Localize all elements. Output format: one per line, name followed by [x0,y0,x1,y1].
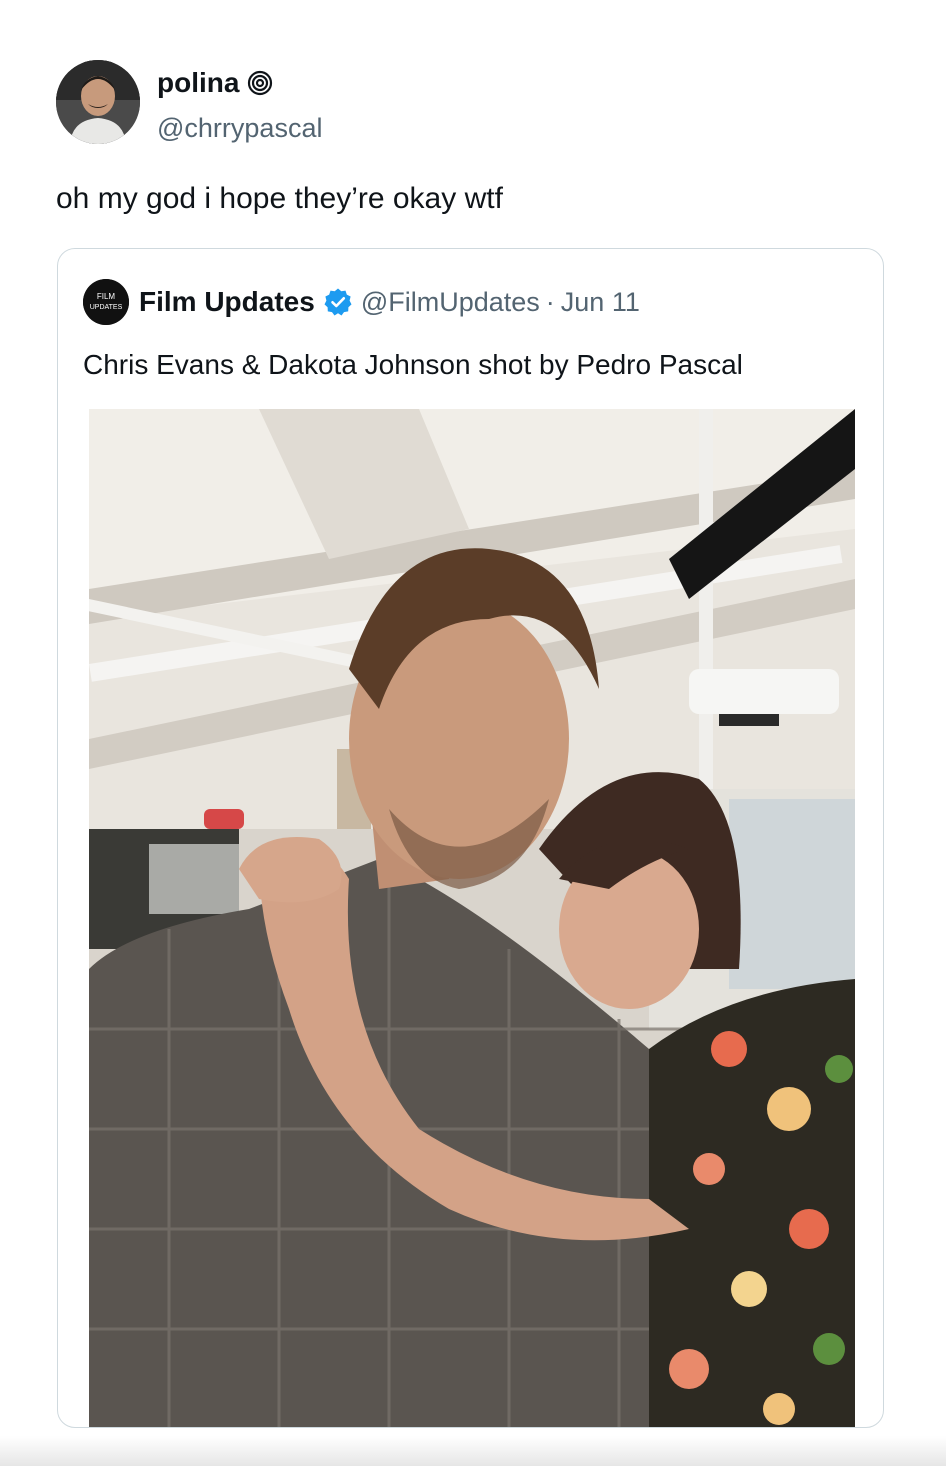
bottom-edge [0,1436,946,1466]
author-name-text[interactable]: polina [157,66,239,100]
quoted-avatar-label-2: UPDATES [90,304,123,311]
quoted-avatar[interactable]: FILM UPDATES [83,279,129,325]
tweet-text: oh my god i hope they’re okay wtf [56,182,503,215]
quoted-text: Chris Evans & Dakota Johnson shot by Ped… [83,349,743,380]
verified-badge-icon [323,287,353,317]
spiral-icon [247,70,273,96]
quoted-photo[interactable] [89,409,855,1427]
author-handle[interactable]: @chrrypascal [157,112,322,144]
quoted-avatar-label-1: FILM [97,292,116,301]
quoted-tweet[interactable]: FILM UPDATES Film Updates @FilmUpdates ·… [57,248,884,1428]
author-name[interactable]: polina [157,66,273,100]
quoted-date[interactable]: Jun 11 [561,287,640,318]
separator-dot: · [545,286,555,317]
quoted-handle[interactable]: @FilmUpdates [361,287,540,318]
author-avatar[interactable] [56,60,140,144]
quoted-name[interactable]: Film Updates [139,286,315,318]
tweet: polina @chrrypascal oh my god i hope the… [0,0,946,1466]
quoted-header: Film Updates @FilmUpdates · Jun 11 [139,282,640,322]
